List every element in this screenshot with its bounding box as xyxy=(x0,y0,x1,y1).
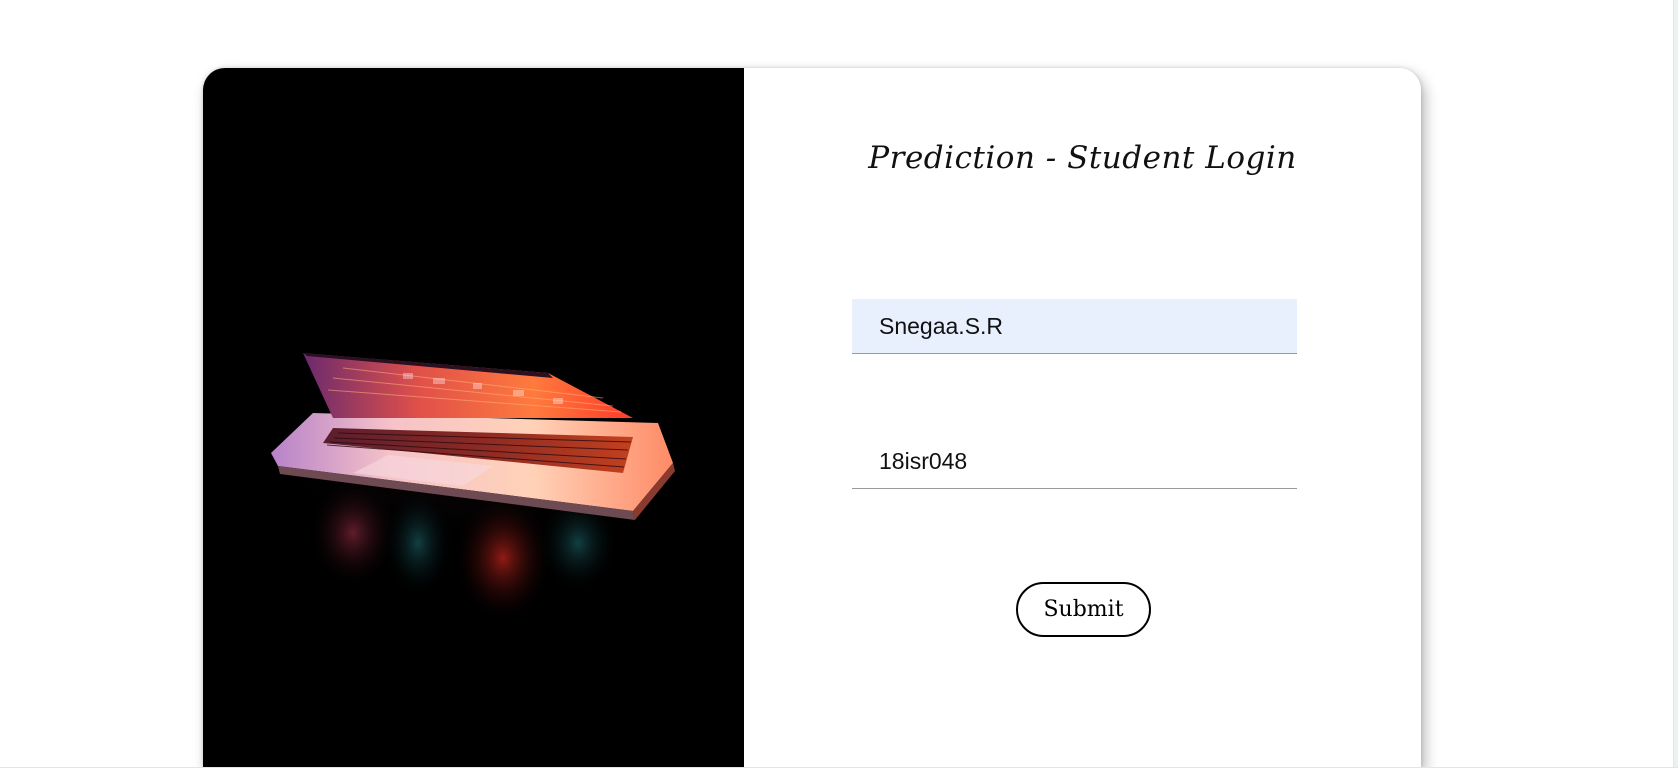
submit-button[interactable]: Submit xyxy=(1016,582,1151,637)
login-card: Prediction - Student Login Submit xyxy=(203,68,1421,768)
username-input[interactable] xyxy=(852,299,1297,354)
laptop-image-icon xyxy=(228,338,708,623)
laptop-photo xyxy=(203,68,744,768)
password-input[interactable] xyxy=(852,434,1297,489)
page: Prediction - Student Login Submit xyxy=(0,0,1678,768)
scrollbar[interactable] xyxy=(1673,0,1678,768)
login-form: Prediction - Student Login Submit xyxy=(744,68,1421,768)
page-title: Prediction - Student Login xyxy=(868,140,1297,176)
